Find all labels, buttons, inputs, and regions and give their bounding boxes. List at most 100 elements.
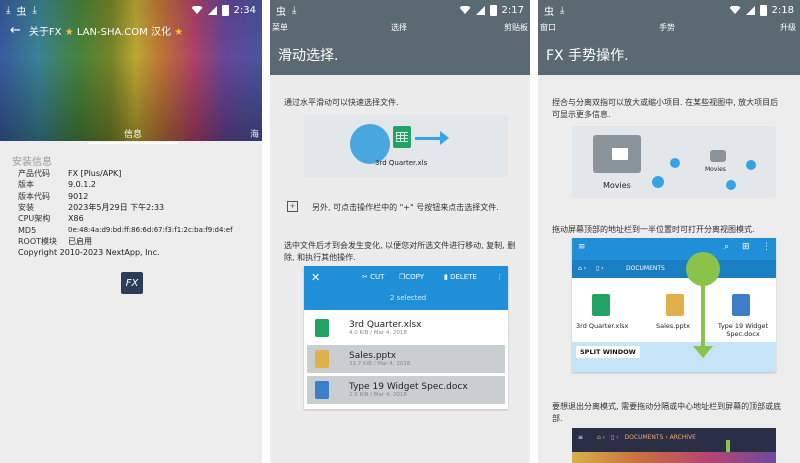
info-row: CPU架构 X86 xyxy=(18,213,233,224)
wifi-icon xyxy=(729,6,741,14)
info-list: 产品代码 FX [Plus/APK] 版本 9.0.1.2 版本代码 9012 安装 2… xyxy=(18,168,233,257)
file-meta: 31.7 KiB / Mar 4, 2018 xyxy=(349,361,411,367)
file-row[interactable]: Sales.pptx 31.7 KiB / Mar 4, 2018 xyxy=(307,345,505,373)
pinch-dot-icon xyxy=(652,176,664,188)
info-key: 版本代码 xyxy=(18,191,50,201)
select-tab[interactable]: 选择 xyxy=(391,22,407,33)
home-icon: ⌂ › xyxy=(578,265,587,272)
delete-label: DELETE xyxy=(450,273,477,281)
copy-button[interactable]: ❐COPY xyxy=(399,273,424,281)
add-icon[interactable]: ⊞ xyxy=(742,242,750,252)
home-icon: ⌂ › xyxy=(596,434,606,441)
trash-icon: ▮ xyxy=(444,273,448,281)
file-row[interactable]: 3rd Quarter.xlsx 4.0 KiB / Mar 4, 2018 xyxy=(307,314,505,342)
more-icon[interactable]: ⋮ xyxy=(762,242,771,252)
section-title: 安装信息 xyxy=(12,157,52,168)
info-value: 2023年5月29日 下午2:33 xyxy=(68,203,165,213)
bug-icon: 虫 xyxy=(276,6,286,18)
presentation-icon xyxy=(315,350,329,368)
about-screen: ⤓ 虫 ⤓ 2:34 ← 关于FX ★ LAN-SHA.COM 汉化 ★ 信息 … xyxy=(0,0,262,463)
battery-icon xyxy=(759,4,767,16)
menu-button[interactable]: 菜单 xyxy=(272,22,288,33)
info-row: MD5 0e:48:4a:d9:bd:ff:86:6d:67:f3:f1:2c:b… xyxy=(18,224,233,235)
close-icon[interactable]: ✕ xyxy=(311,271,320,284)
file-name: 3rd Quarter.xlsx xyxy=(349,320,422,330)
pinch-dot-icon xyxy=(746,160,756,170)
signal-icon xyxy=(207,5,217,15)
info-row: ROOT模块 已启用 xyxy=(18,236,233,247)
delete-button[interactable]: ▮ DELETE xyxy=(444,273,477,281)
swipe-select-screen: 虫 ⤓ 2:17 菜单 选择 剪贴板 滑动选择. 通过水平滑动可以快速选择文件.… xyxy=(270,0,530,463)
exit-split-demo: ≡ ⌂ › ▯ › DOCUMENTS › ARCHIVE xyxy=(572,428,776,463)
clipboard-button[interactable]: 剪贴板 xyxy=(504,22,528,33)
address-bar[interactable]: ⌂ › ▯ › DOCUMENTS xyxy=(572,260,776,278)
signal-icon xyxy=(745,5,755,15)
document-icon xyxy=(732,294,750,316)
status-time: 2:18 xyxy=(771,4,794,16)
drag-handle xyxy=(686,252,720,286)
pinch-dot-icon xyxy=(726,180,736,190)
file-name: Type 19 Widget Spec.docx xyxy=(349,382,468,392)
spreadsheet-icon xyxy=(592,294,610,316)
touch-point xyxy=(350,124,390,164)
info-row: 安装 2023年5月29日 下午2:33 xyxy=(18,202,233,213)
gesture-screen: 虫 ⤓ 2:18 窗口 手势 升级 FX 手势操作. 捏合与分离双指可以放大或缩… xyxy=(538,0,800,463)
upgrade-button[interactable]: 升级 xyxy=(780,22,796,33)
file-name: Sales.pptx xyxy=(349,351,397,361)
drag-arrow-icon xyxy=(693,346,713,358)
file-meta: 2.5 KiB / Mar 4, 2018 xyxy=(349,392,407,398)
info-key: ROOT模块 xyxy=(18,236,58,246)
document-icon xyxy=(315,381,329,399)
path-label: DOCUMENTS xyxy=(626,265,665,272)
folder-big-label: Movies xyxy=(603,181,631,190)
pinch-dot-icon xyxy=(670,158,680,168)
header-banner xyxy=(0,0,262,141)
file-name: Sales.pptx xyxy=(656,322,691,330)
file-row[interactable]: Type 19 Widget Spec.docx 2.5 KiB / Mar 4,… xyxy=(307,376,505,404)
swipe-arrow-icon xyxy=(415,131,449,145)
search-icon[interactable]: ⌕ xyxy=(724,242,729,252)
download-icon: ⤓ xyxy=(292,4,297,16)
cut-label: CUT xyxy=(370,273,385,281)
menu-icon[interactable]: ≡ xyxy=(578,242,586,252)
download-icon: ⤓ xyxy=(6,4,11,16)
star-icon: ★ xyxy=(64,27,74,38)
spreadsheet-icon xyxy=(393,126,411,148)
window-button[interactable]: 窗口 xyxy=(540,22,556,33)
description: 通过水平滑动可以快速选择文件. xyxy=(284,98,399,107)
tab-info[interactable]: 信息 xyxy=(124,127,142,140)
info-key: 安装 xyxy=(18,203,34,213)
star-icon: ★ xyxy=(174,27,184,38)
selection-toolbar: ✕ ✂ CUT ❐COPY ▮ DELETE ⋮ 2 selected xyxy=(304,266,508,310)
file-name: Type 19 Widget Spec.docx xyxy=(717,322,769,338)
description: 拖动屏幕顶部的地址栏到一半位置时可打开分离视图模式. xyxy=(552,225,755,234)
description: 另外, 可点击操作栏中的 "+" 号按钮来点击选择文件. xyxy=(312,203,499,212)
gesture-tab[interactable]: 手势 xyxy=(659,22,675,33)
file-name: 3rd Quarter.xlsx xyxy=(576,322,629,330)
status-bar: ⤓ 虫 ⤓ 2:34 xyxy=(0,0,262,20)
tab-next[interactable]: 海 xyxy=(250,127,259,140)
signal-icon xyxy=(475,5,485,15)
split-window-demo: ≡ ⌕ ⊞ ⋮ ⌂ › ▯ › DOCUMENTS 3rd Quarter.xl… xyxy=(572,238,776,372)
demo-file-name: 3rd Quarter.xls xyxy=(375,159,428,167)
title-suffix: LAN-SHA.COM 汉化 xyxy=(76,27,171,38)
action-row: 菜单 选择 剪贴板 xyxy=(270,20,530,34)
fx-logo: FX xyxy=(121,272,143,294)
scissors-icon: ✂ xyxy=(362,273,368,281)
file-meta: 4.0 KiB / Mar 4, 2018 xyxy=(349,330,407,336)
drag-line xyxy=(701,280,705,348)
status-time: 2:17 xyxy=(501,4,524,16)
copyright-text: Copyright 2010-2023 NextApp, Inc. xyxy=(18,248,160,258)
wifi-icon xyxy=(459,6,471,14)
info-key: 产品代码 xyxy=(18,169,50,179)
more-icon[interactable]: ⋮ xyxy=(496,273,503,281)
description: 除, 和执行其他操作. xyxy=(284,253,356,262)
info-value: 9012 xyxy=(68,191,89,201)
info-value: 0e:48:4a:d9:bd:ff:86:6d:67:f3:f1:2c:ba:f… xyxy=(68,226,233,235)
cut-button[interactable]: ✂ CUT xyxy=(362,273,384,281)
clapper-icon xyxy=(612,148,628,160)
folder-small-icon xyxy=(710,150,726,162)
split-window-label: SPLIT WINDOW xyxy=(576,346,640,358)
back-arrow-icon[interactable]: ← xyxy=(10,23,21,38)
download-icon: ⤓ xyxy=(560,4,565,16)
